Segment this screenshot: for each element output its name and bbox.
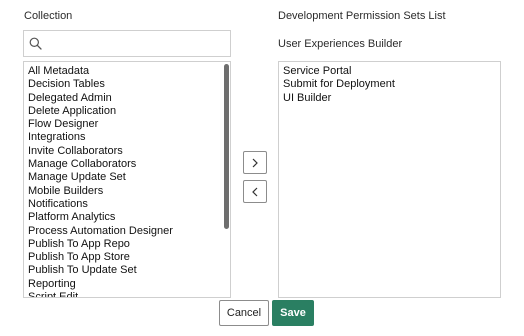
list-item[interactable]: Publish To Update Set xyxy=(28,264,230,277)
list-item[interactable]: All Metadata xyxy=(28,65,230,78)
search-icon xyxy=(29,37,42,50)
list-item[interactable]: Integrations xyxy=(28,131,230,144)
list-item[interactable]: Flow Designer xyxy=(28,118,230,131)
list-item[interactable]: Reporting xyxy=(28,278,230,291)
list-item[interactable]: Decision Tables xyxy=(28,78,230,91)
list-item[interactable]: Delete Application xyxy=(28,105,230,118)
list-item[interactable]: UI Builder xyxy=(283,92,500,105)
target-list-subtitle: User Experiences Builder xyxy=(278,38,403,50)
list-item[interactable]: Notifications xyxy=(28,198,230,211)
chevron-left-icon xyxy=(252,187,258,196)
collection-title: Collection xyxy=(24,10,73,22)
collection-search-input[interactable] xyxy=(48,34,226,53)
list-item[interactable]: Publish To App Repo xyxy=(28,238,230,251)
remove-from-list-button[interactable] xyxy=(243,180,267,203)
collection-listbox[interactable]: All Metadata Decision Tables Delegated Adm… xyxy=(23,61,231,298)
save-button[interactable]: Save xyxy=(272,300,314,326)
collection-search-box[interactable] xyxy=(23,30,231,57)
cancel-button[interactable]: Cancel xyxy=(219,300,269,326)
target-listbox[interactable]: Service Portal Submit for Deployment UI Bu… xyxy=(278,61,501,298)
permission-slushbucket: Collection Development Permission Sets L… xyxy=(0,0,524,336)
list-item[interactable]: Invite Collaborators xyxy=(28,145,230,158)
list-item[interactable]: Publish To App Store xyxy=(28,251,230,264)
target-list-title: Development Permission Sets List xyxy=(278,10,446,22)
chevron-right-icon xyxy=(252,158,258,167)
list-item[interactable]: Submit for Deployment xyxy=(283,78,500,91)
list-item[interactable]: Service Portal xyxy=(283,65,500,78)
list-item[interactable]: Manage Update Set xyxy=(28,171,230,184)
collection-scrollbar[interactable] xyxy=(224,64,229,229)
list-item[interactable]: Delegated Admin xyxy=(28,92,230,105)
add-to-list-button[interactable] xyxy=(243,151,267,174)
list-item[interactable]: Platform Analytics xyxy=(28,211,230,224)
list-item[interactable]: Manage Collaborators xyxy=(28,158,230,171)
list-item[interactable]: Script Edit xyxy=(28,291,230,297)
list-item[interactable]: Process Automation Designer xyxy=(28,225,230,238)
list-item[interactable]: Mobile Builders xyxy=(28,185,230,198)
